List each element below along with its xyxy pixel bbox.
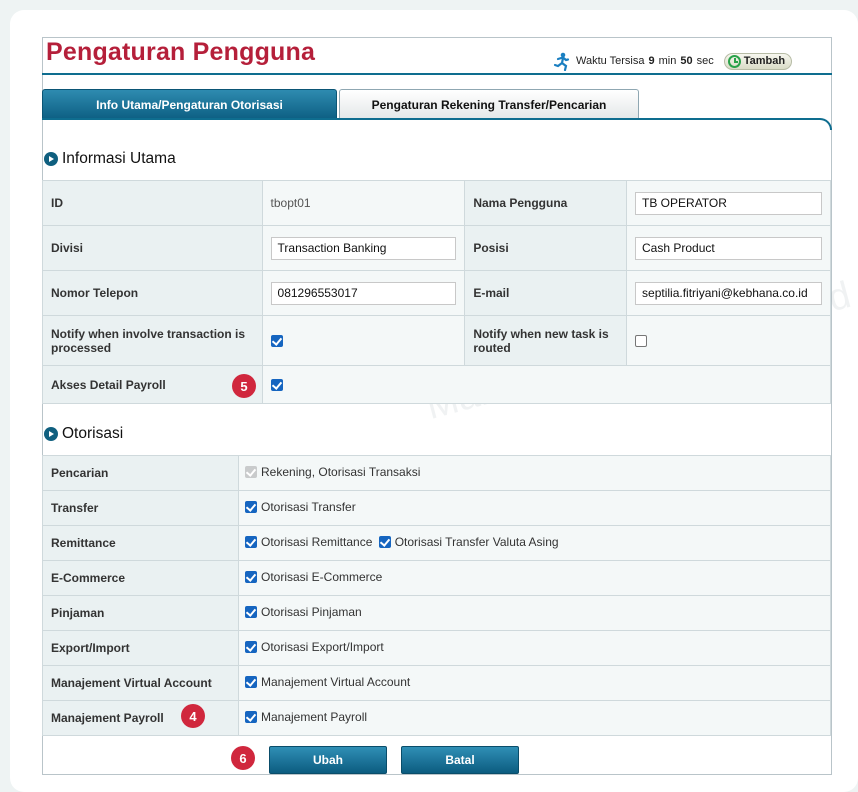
arrow-right-icon bbox=[44, 152, 58, 166]
session-timer: Waktu Tersisa 9 min 50 sec Tambah bbox=[552, 50, 793, 72]
virtual-account-option: Manajement Virtual Account bbox=[261, 675, 411, 689]
nomor-telepon-input[interactable]: 081296553017 bbox=[270, 281, 457, 305]
notify-routed-checkbox[interactable] bbox=[635, 335, 648, 348]
payroll-checkbox[interactable] bbox=[245, 711, 257, 723]
table-row: Nomor Telepon 081296553017 E-mail septil… bbox=[42, 270, 831, 316]
table-row: Remittance Otorisasi Remittance Otorisas… bbox=[42, 525, 831, 561]
notify-routed-label: Notify when new task is routed bbox=[464, 315, 628, 366]
table-row: Manajement Virtual Account Manajement Vi… bbox=[42, 665, 831, 701]
extend-time-button[interactable]: Tambah bbox=[723, 52, 793, 70]
ecommerce-checkbox[interactable] bbox=[245, 571, 257, 583]
email-label: E-mail bbox=[464, 270, 628, 316]
auth-label-pencarian: Pencarian bbox=[42, 455, 239, 491]
email-input[interactable]: septilia.fitriyani@kebhana.co.id bbox=[635, 281, 822, 305]
table-row: E-Commerce Otorisasi E-Commerce bbox=[42, 560, 831, 596]
arrow-right-icon bbox=[44, 427, 58, 441]
id-value: tbopt01 bbox=[261, 180, 466, 226]
table-row: Transfer Otorisasi Transfer bbox=[42, 490, 831, 526]
remittance-option: Otorisasi Remittance bbox=[261, 535, 373, 549]
transfer-option: Otorisasi Transfer bbox=[261, 500, 356, 514]
timer-prefix: Waktu Tersisa bbox=[576, 55, 645, 67]
id-label: ID bbox=[42, 180, 263, 226]
pencarian-checkbox bbox=[245, 466, 257, 478]
authorization-table: Pencarian Rekening, Otorisasi Transaksi … bbox=[42, 455, 831, 736]
tab-rekening-transfer[interactable]: Pengaturan Rekening Transfer/Pencarian bbox=[339, 89, 639, 119]
tab-content-border bbox=[42, 118, 832, 130]
auth-label-remittance: Remittance bbox=[42, 525, 239, 561]
table-row: Notify when involve transaction is proce… bbox=[42, 315, 831, 366]
valuta-asing-checkbox[interactable] bbox=[378, 536, 391, 548]
nomor-telepon-label: Nomor Telepon bbox=[42, 270, 263, 316]
section-otorisasi-title: Otorisasi bbox=[62, 425, 124, 442]
virtual-account-checkbox[interactable] bbox=[245, 676, 257, 688]
timer-minutes: 9 bbox=[648, 55, 655, 67]
step-badge-6: 6 bbox=[231, 746, 255, 770]
transfer-checkbox[interactable] bbox=[245, 501, 257, 513]
tab-info-utama[interactable]: Info Utama/Pengaturan Otorisasi bbox=[42, 89, 337, 119]
header-divider bbox=[42, 73, 832, 75]
timer-seconds: 50 bbox=[680, 55, 693, 67]
akses-detail-payroll-label: Akses Detail Payroll bbox=[42, 365, 263, 404]
timer-min-label: min bbox=[658, 55, 677, 67]
step-badge-5: 5 bbox=[232, 374, 256, 398]
table-row: Akses Detail Payroll bbox=[42, 365, 832, 404]
auth-label-pinjaman: Pinjaman bbox=[42, 595, 239, 631]
akses-detail-payroll-checkbox[interactable] bbox=[270, 379, 283, 392]
nama-pengguna-label: Nama Pengguna bbox=[464, 180, 628, 226]
export-import-checkbox[interactable] bbox=[245, 641, 257, 653]
posisi-label: Posisi bbox=[464, 225, 628, 271]
extend-time-label: Tambah bbox=[743, 55, 786, 67]
table-row: Divisi Transaction Banking Posisi Cash P… bbox=[42, 225, 831, 271]
auth-label-transfer: Transfer bbox=[42, 490, 239, 526]
ubah-button[interactable]: Ubah bbox=[269, 746, 387, 774]
auth-label-ecommerce: E-Commerce bbox=[42, 560, 239, 596]
section-informasi-utama-title: Informasi Utama bbox=[62, 150, 176, 167]
remittance-checkbox[interactable] bbox=[245, 536, 257, 548]
divisi-label: Divisi bbox=[42, 225, 263, 271]
page-title: Pengaturan Pengguna bbox=[46, 38, 316, 66]
pinjaman-option: Otorisasi Pinjaman bbox=[261, 605, 362, 619]
section-informasi-utama: Informasi Utama bbox=[44, 150, 176, 168]
auth-label-export-import: Export/Import bbox=[42, 630, 239, 666]
runner-icon bbox=[552, 51, 572, 72]
table-row: Pencarian Rekening, Otorisasi Transaksi bbox=[42, 455, 831, 491]
user-info-table: ID tbopt01 Nama Pengguna TB OPERATOR Div… bbox=[42, 180, 832, 404]
posisi-input[interactable]: Cash Product bbox=[635, 236, 822, 260]
pinjaman-checkbox[interactable] bbox=[245, 606, 257, 618]
tab-bar: Info Utama/Pengaturan Otorisasi Pengatur… bbox=[42, 89, 832, 119]
pencarian-option: Rekening, Otorisasi Transaksi bbox=[261, 465, 421, 479]
auth-label-payroll: Manajement Payroll bbox=[42, 700, 239, 736]
nama-pengguna-input[interactable]: TB OPERATOR bbox=[635, 191, 822, 215]
table-row: Export/Import Otorisasi Export/Import bbox=[42, 630, 831, 666]
timer-sec-label: sec bbox=[696, 55, 714, 67]
valuta-asing-option: Otorisasi Transfer Valuta Asing bbox=[394, 535, 559, 549]
table-row: Manajement Payroll Manajement Payroll bbox=[42, 700, 831, 736]
divisi-input[interactable]: Transaction Banking bbox=[270, 236, 457, 260]
step-badge-4: 4 bbox=[181, 704, 205, 728]
ecommerce-option: Otorisasi E-Commerce bbox=[261, 570, 383, 584]
payroll-option: Manajement Payroll bbox=[261, 710, 368, 724]
section-otorisasi: Otorisasi bbox=[44, 425, 123, 443]
batal-button[interactable]: Batal bbox=[401, 746, 519, 774]
export-import-option: Otorisasi Export/Import bbox=[261, 640, 384, 654]
notify-processed-checkbox[interactable] bbox=[270, 335, 283, 348]
table-row: ID tbopt01 Nama Pengguna TB OPERATOR bbox=[42, 180, 831, 226]
table-row: Pinjaman Otorisasi Pinjaman bbox=[42, 595, 831, 631]
notify-processed-label: Notify when involve transaction is proce… bbox=[42, 315, 263, 366]
clock-icon bbox=[727, 54, 741, 68]
auth-label-virtual-account: Manajement Virtual Account bbox=[42, 665, 239, 701]
